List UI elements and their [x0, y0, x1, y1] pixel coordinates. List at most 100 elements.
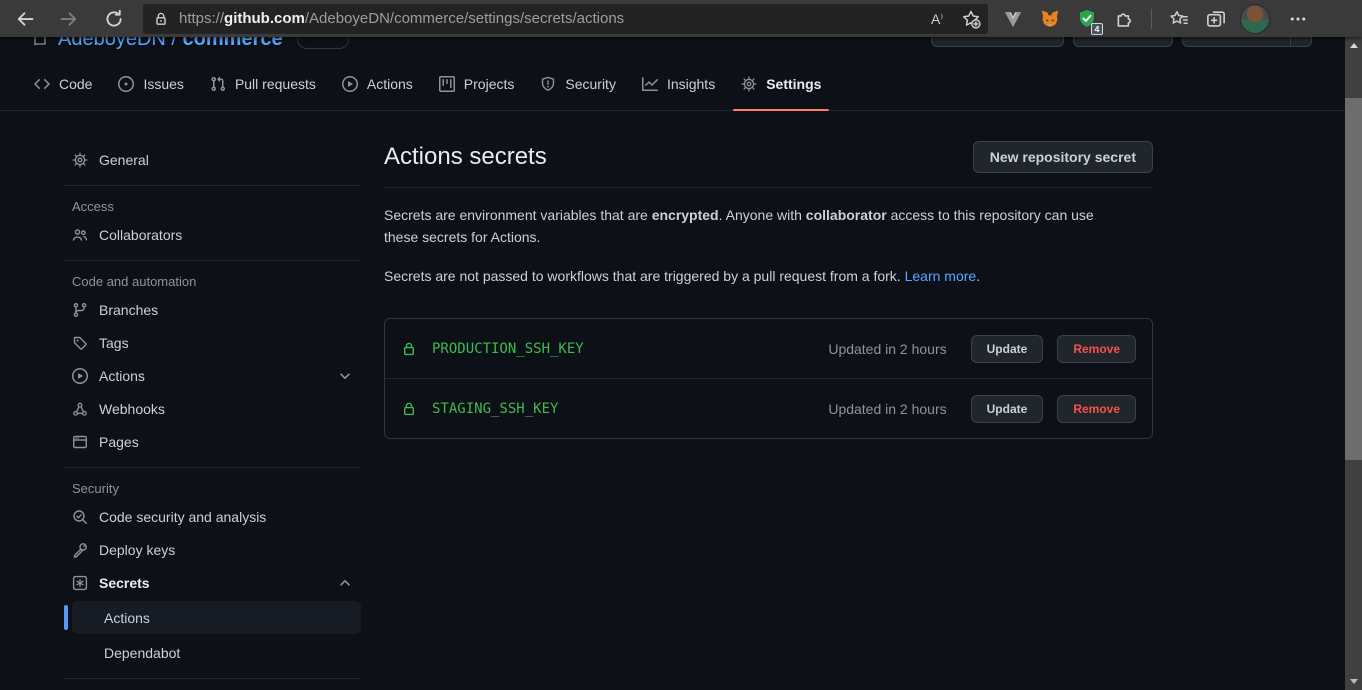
- sidebar-item-general[interactable]: General: [64, 143, 361, 176]
- vue-devtools-extension-icon[interactable]: [1000, 6, 1026, 32]
- gear-icon: [72, 152, 88, 168]
- extension-badge: 4: [1091, 22, 1103, 35]
- scrollbar-down-arrow[interactable]: [1345, 674, 1362, 689]
- webhook-icon: [72, 401, 88, 417]
- adblock-shield-extension-icon[interactable]: 4: [1074, 6, 1103, 35]
- sidebar-section-code-automation: Code and automation: [72, 274, 197, 289]
- repo-nav-tabs: Code Issues Pull requests Actions Projec…: [0, 57, 1345, 111]
- repo-owner-link[interactable]: AdeboyeDN: [58, 37, 166, 50]
- browser-refresh-button[interactable]: [97, 4, 131, 34]
- sidebar-item-collaborators[interactable]: Collaborators: [64, 218, 361, 251]
- remove-secret-button[interactable]: Remove: [1057, 394, 1136, 423]
- favorites-hub-icon[interactable]: [1166, 6, 1192, 32]
- repo-name-link[interactable]: commerce: [183, 37, 283, 50]
- tag-icon: [72, 335, 88, 351]
- secret-name: STAGING_SSH_KEY: [432, 400, 559, 417]
- fork-button[interactable]: [1073, 37, 1173, 47]
- branch-icon: [72, 302, 88, 318]
- update-secret-button[interactable]: Update: [970, 394, 1044, 423]
- repo-breadcrumb: AdeboyeDN / commerce: [58, 37, 283, 51]
- lock-icon: [401, 401, 417, 417]
- svg-text:4: 4: [1095, 24, 1100, 34]
- sidebar-divider: [64, 260, 361, 261]
- toolbar-divider: [1151, 8, 1152, 29]
- secret-name: PRODUCTION_SSH_KEY: [432, 340, 584, 357]
- sidebar-divider: [64, 467, 361, 468]
- tab-projects[interactable]: Projects: [429, 57, 525, 110]
- browser-window-icon: [72, 434, 88, 450]
- pull-request-icon: [210, 76, 226, 92]
- remove-secret-button[interactable]: Remove: [1057, 334, 1136, 363]
- add-favorite-star-icon[interactable]: [954, 6, 988, 32]
- secret-row: PRODUCTION_SSH_KEY Updated in 2 hours Up…: [385, 319, 1152, 378]
- browser-forward-button[interactable]: [52, 4, 86, 34]
- secret-row: STAGING_SSH_KEY Updated in 2 hours Updat…: [385, 378, 1152, 438]
- people-icon: [72, 227, 88, 243]
- sidebar-item-secrets[interactable]: Secrets: [64, 566, 361, 599]
- sidebar-item-deploy-keys[interactable]: Deploy keys: [64, 533, 361, 566]
- gear-icon: [741, 76, 757, 92]
- browser-profile-avatar[interactable]: [1240, 3, 1270, 34]
- chevron-up-icon: [337, 575, 353, 591]
- extensions-puzzle-icon[interactable]: [1111, 6, 1137, 32]
- tab-code[interactable]: Code: [24, 57, 102, 110]
- read-aloud-button[interactable]: A: [920, 6, 954, 32]
- scrollbar-up-arrow[interactable]: [1345, 38, 1362, 53]
- learn-more-link[interactable]: Learn more: [905, 268, 977, 284]
- browser-back-button[interactable]: [8, 4, 42, 34]
- tab-pull-requests[interactable]: Pull requests: [200, 57, 326, 110]
- browser-menu-dots-icon[interactable]: [1281, 6, 1315, 32]
- url-path: /AdeboyeDN/commerce/settings/secrets/act…: [304, 10, 625, 27]
- watch-button[interactable]: [931, 37, 1064, 47]
- secrets-intro-text: Secrets are environment variables that a…: [384, 207, 1094, 246]
- new-repository-secret-button[interactable]: New repository secret: [972, 141, 1153, 173]
- repo-icon: [32, 37, 48, 47]
- sidebar-divider: [64, 185, 361, 186]
- repo-separator: /: [165, 37, 183, 50]
- shield-icon: [540, 76, 556, 92]
- sidebar-item-code-security[interactable]: Code security and analysis: [64, 500, 361, 533]
- tab-issues[interactable]: Issues: [108, 57, 193, 110]
- sidebar-item-pages[interactable]: Pages: [64, 425, 361, 458]
- url-text: https://github.com/AdeboyeDN/commerce/se…: [179, 10, 920, 27]
- tab-settings[interactable]: Settings: [731, 57, 831, 111]
- github-page: AdeboyeDN / commerce Code Issues Pull re…: [0, 37, 1345, 690]
- key-icon: [72, 542, 88, 558]
- chevron-down-icon: [337, 368, 353, 384]
- url-protocol: https://: [179, 10, 225, 27]
- settings-sidebar: General Access Collaborators Code and au…: [64, 141, 361, 688]
- sidebar-divider: [64, 678, 361, 679]
- page-scrollbar[interactable]: [1345, 37, 1362, 690]
- sidebar-item-webhooks[interactable]: Webhooks: [64, 392, 361, 425]
- address-bar[interactable]: https://github.com/AdeboyeDN/commerce/se…: [143, 3, 988, 34]
- url-domain: github.com: [224, 10, 305, 27]
- sidebar-section-access: Access: [72, 199, 114, 214]
- page-title: Actions secrets: [384, 143, 547, 170]
- issue-icon: [118, 76, 134, 92]
- scrollbar-thumb[interactable]: [1345, 98, 1362, 460]
- repo-visibility-badge: [296, 37, 349, 49]
- secret-asterisk-icon: [72, 575, 88, 591]
- sidebar-item-branches[interactable]: Branches: [64, 293, 361, 326]
- actions-secrets-panel: Actions secrets New repository secret Se…: [384, 141, 1153, 688]
- collections-icon[interactable]: [1203, 6, 1229, 32]
- sidebar-item-tags[interactable]: Tags: [64, 326, 361, 359]
- play-circle-icon: [72, 368, 88, 384]
- tab-insights[interactable]: Insights: [632, 57, 725, 110]
- sidebar-subitem-secrets-dependabot[interactable]: Dependabot: [72, 636, 361, 669]
- repo-action-buttons: [931, 37, 1312, 47]
- metamask-extension-icon[interactable]: [1037, 6, 1063, 32]
- graph-icon: [642, 76, 658, 92]
- secrets-list: PRODUCTION_SSH_KEY Updated in 2 hours Up…: [384, 318, 1153, 440]
- sidebar-section-security: Security: [72, 481, 119, 496]
- sidebar-item-actions[interactable]: Actions: [64, 359, 361, 392]
- repo-header: AdeboyeDN / commerce: [0, 37, 1345, 57]
- lock-icon: [401, 341, 417, 357]
- fork-note-text: Secrets are not passed to workflows that…: [384, 267, 981, 284]
- star-button[interactable]: [1182, 37, 1312, 47]
- tab-actions[interactable]: Actions: [332, 57, 423, 110]
- site-lock-icon[interactable]: [143, 6, 179, 32]
- tab-security[interactable]: Security: [530, 57, 626, 110]
- update-secret-button[interactable]: Update: [970, 334, 1044, 363]
- sidebar-subitem-secrets-actions[interactable]: Actions: [64, 601, 361, 634]
